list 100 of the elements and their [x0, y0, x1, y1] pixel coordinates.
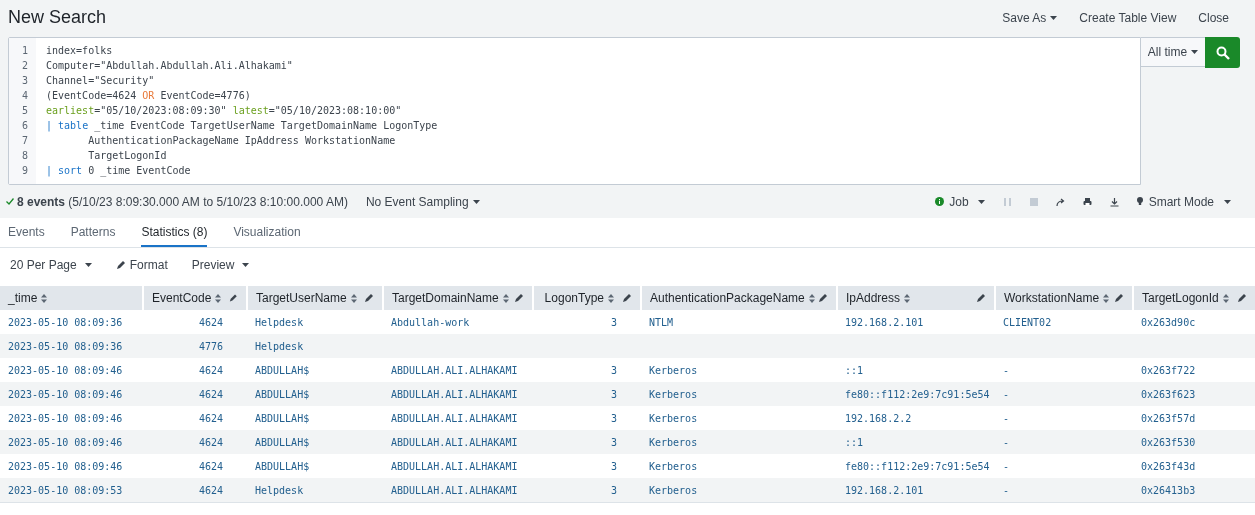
table-cell: 0x263f722 [1141, 364, 1196, 376]
column-header[interactable]: EventCode [152, 291, 222, 305]
table-cell: 2023-05-10 08:09:53 [8, 484, 123, 496]
search-editor[interactable] [8, 37, 1141, 185]
column-header[interactable]: TargetDomainName [392, 291, 509, 305]
time-range-picker[interactable]: All time [1141, 37, 1205, 67]
table-cell: 2023-05-10 08:09:46 [8, 364, 123, 376]
table-cell: ABDULLAH.ALI.ALHAKAMI [391, 364, 518, 376]
table-cell: Helpdesk [255, 340, 304, 352]
share-icon[interactable] [1055, 196, 1065, 207]
download-icon[interactable] [1109, 196, 1119, 207]
header-action[interactable]: Create Table View [1079, 10, 1177, 25]
pencil-icon[interactable] [229, 293, 238, 303]
table-cell: Kerberos [649, 436, 698, 448]
query-line: Channel="Security" [46, 74, 156, 88]
caret-icon [1224, 199, 1231, 204]
table-cell: 2023-05-10 08:09:36 [8, 316, 123, 328]
pencil-icon[interactable] [818, 293, 828, 303]
line-number: 4 [22, 89, 30, 103]
table-cell: Kerberos [649, 412, 698, 424]
line-number: 5 [22, 104, 30, 118]
table-cell: CLIENT02 [1003, 316, 1052, 328]
query-line: | table _time EventCode TargetUserName TargetDomainName LogonType [46, 119, 438, 133]
column-header[interactable]: _time [8, 291, 48, 305]
column-header[interactable]: LogonType [544, 291, 614, 305]
result-summary: 8 events (5/10/23 8:09:30.000 AM to 5/10/23 8:10:00.000 AM) [17, 194, 348, 209]
pencil-icon[interactable] [1237, 293, 1247, 303]
table-cell: 192.168.2.2 [845, 412, 912, 424]
table-cell: 2023-05-10 08:09:46 [8, 412, 123, 424]
tab[interactable]: Statistics (8) [141, 218, 208, 247]
table-cell: Kerberos [649, 460, 698, 472]
table-cell: 192.168.2.101 [845, 484, 924, 496]
pencil-icon[interactable] [364, 293, 374, 303]
sort-icon [904, 293, 911, 303]
format-button[interactable]: Format [115, 257, 168, 272]
pencil-icon[interactable] [622, 293, 632, 303]
table-cell: 2023-05-10 08:09:46 [8, 460, 123, 472]
line-number: 3 [22, 74, 30, 88]
table-cell: 3 [610, 484, 617, 496]
table-cell: 4624 [198, 436, 223, 448]
tab[interactable]: Visualization [233, 218, 301, 247]
column-header[interactable]: AuthenticationPackageName [650, 291, 815, 305]
info-icon [935, 197, 945, 206]
column-header[interactable]: TargetLogonId [1142, 291, 1229, 305]
sort-icon [215, 293, 222, 303]
pencil-icon[interactable] [514, 293, 524, 303]
tab[interactable]: Patterns [70, 218, 116, 247]
print-icon[interactable] [1082, 196, 1092, 207]
table-cell: fe80::f112:2e9:7c91:5e54 [845, 460, 990, 472]
table-cell: Kerberos [649, 484, 698, 496]
column-header[interactable]: IpAddress [846, 291, 911, 305]
table-cell: 4624 [198, 412, 223, 424]
table-cell: 0x263f530 [1141, 436, 1196, 448]
query-line: | sort 0 _time EventCode [46, 164, 192, 178]
header-action[interactable]: Close [1198, 10, 1229, 25]
preview-menu[interactable]: Preview [191, 257, 250, 272]
table-cell: 0x263f623 [1141, 388, 1196, 400]
query-line: TargetLogonId [87, 149, 168, 163]
job-menu[interactable]: Job [935, 194, 985, 209]
table-cell: ABDULLAH.ALI.ALHAKAMI [391, 484, 518, 496]
caret-icon [977, 199, 985, 204]
pencil-icon[interactable] [1114, 293, 1124, 303]
table-cell: Kerberos [649, 388, 698, 400]
sort-icon [1103, 293, 1110, 303]
sampling-menu[interactable]: No Event Sampling [365, 194, 480, 209]
table-cell: fe80::f112:2e9:7c91:5e54 [845, 388, 990, 400]
table-cell: ABDULLAH.ALI.ALHAKAMI [391, 412, 518, 424]
table-cell: ABDULLAH$ [255, 412, 310, 424]
table-cell: Helpdesk [255, 316, 304, 328]
table-cell: 4624 [198, 316, 223, 328]
pencil-icon[interactable] [976, 293, 986, 303]
line-number: 8 [22, 149, 30, 163]
column-header[interactable]: WorkstationName [1004, 291, 1110, 305]
table-cell: - [1003, 364, 1010, 376]
header-action[interactable]: Save As [1002, 10, 1058, 25]
caret-icon [472, 199, 480, 204]
table-cell: ABDULLAH.ALI.ALHAKAMI [391, 388, 518, 400]
sort-icon [608, 293, 614, 303]
table-cell: 3 [610, 460, 617, 472]
pencil-icon [115, 259, 126, 270]
sort-icon [502, 293, 509, 303]
line-number: 9 [22, 164, 30, 178]
table-cell: ABDULLAH.ALI.ALHAKAMI [391, 460, 518, 472]
table-cell: 0x263d90c [1141, 316, 1196, 328]
table-cell: 0x263f57d [1141, 412, 1196, 424]
caret-icon [84, 262, 92, 267]
table-cell: ABDULLAH$ [255, 388, 310, 400]
column-header[interactable]: TargetUserName [256, 291, 357, 305]
query-line: AuthenticationPackageName IpAddress WorkstationName [87, 134, 397, 148]
sort-icon [350, 293, 357, 303]
search-mode-menu[interactable]: Smart Mode [1136, 194, 1231, 209]
table-cell: 192.168.2.101 [845, 316, 924, 328]
search-button[interactable] [1205, 37, 1240, 68]
page-title: New Search [8, 7, 108, 28]
tab[interactable]: Events [8, 218, 45, 247]
table-cell: ABDULLAH.ALI.ALHAKAMI [391, 436, 518, 448]
table-cell: 3 [610, 316, 617, 328]
per-page-menu[interactable]: 20 Per Page [10, 257, 92, 272]
table-cell: Helpdesk [255, 484, 304, 496]
line-number: 1 [22, 44, 30, 58]
